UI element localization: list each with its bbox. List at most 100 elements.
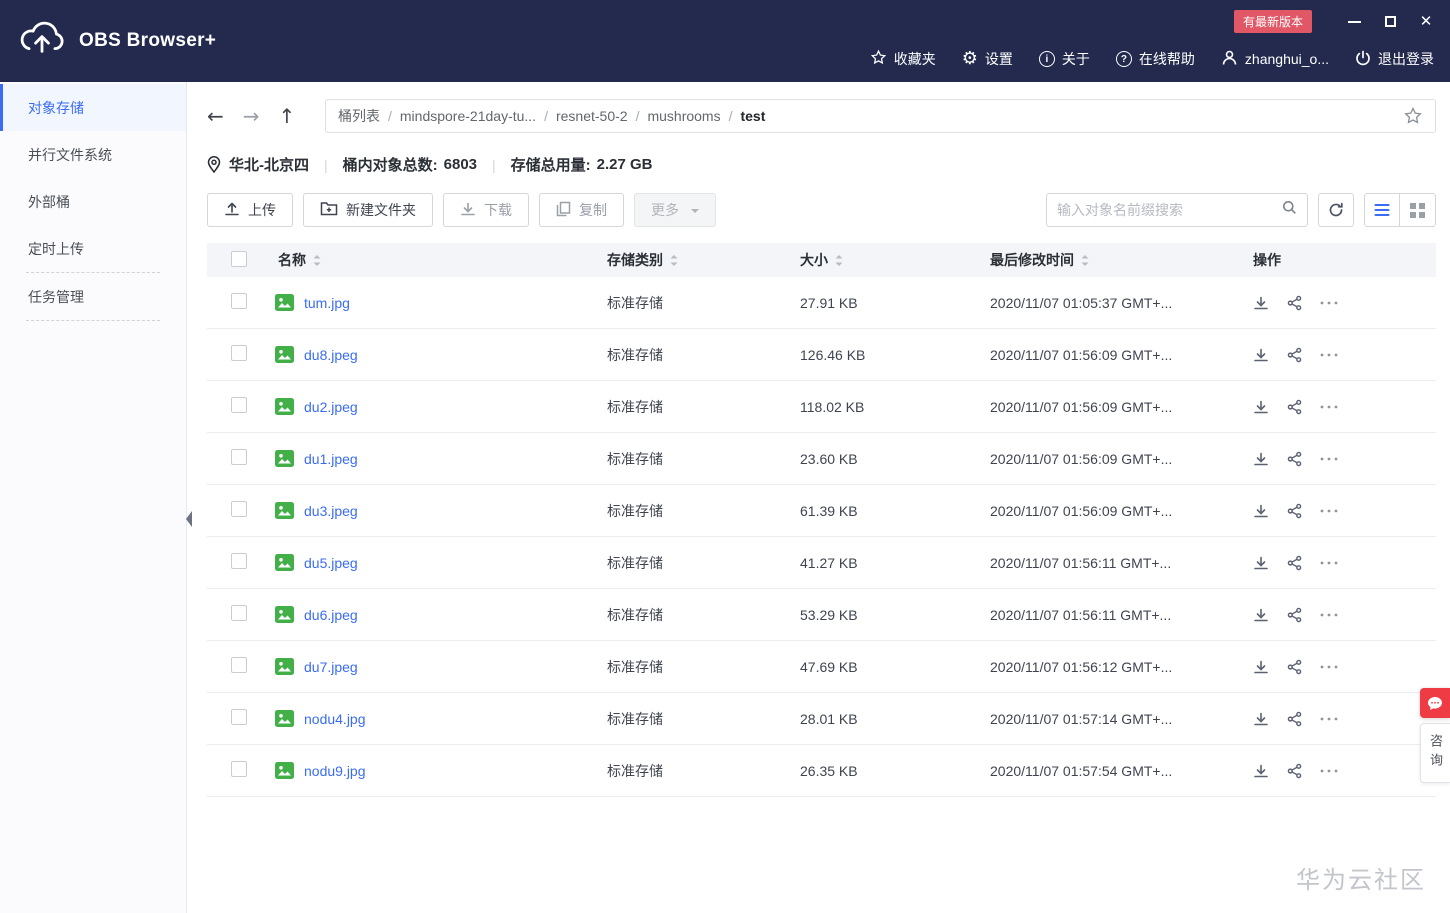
- size-cell: 118.02 KB: [800, 398, 865, 415]
- row-checkbox[interactable]: [231, 657, 247, 673]
- online-help-menu-item[interactable]: ? 在线帮助: [1115, 49, 1195, 69]
- back-arrow-icon[interactable]: ←: [207, 104, 224, 128]
- location-pin-icon: [207, 156, 221, 173]
- sidebar-item-scheduled-upload[interactable]: 定时上传: [0, 225, 186, 272]
- size-cell: 28.01 KB: [800, 710, 858, 727]
- share-icon[interactable]: [1287, 347, 1302, 363]
- settings-menu-item[interactable]: ⚙ 设置: [962, 49, 1013, 69]
- more-button[interactable]: 更多: [634, 193, 716, 227]
- sort-icon[interactable]: [1080, 254, 1090, 267]
- download-icon[interactable]: [1253, 451, 1269, 467]
- about-menu-item[interactable]: i 关于: [1038, 49, 1090, 69]
- object-name-link[interactable]: nodu4.jpg: [304, 711, 366, 727]
- more-actions-icon[interactable]: [1320, 665, 1338, 669]
- row-checkbox[interactable]: [231, 761, 247, 777]
- sidebar-item-label: 对象存储: [28, 99, 84, 116]
- more-actions-icon[interactable]: [1320, 613, 1338, 617]
- minimize-button[interactable]: [1346, 14, 1362, 30]
- row-checkbox[interactable]: [231, 709, 247, 725]
- refresh-button[interactable]: [1318, 193, 1354, 227]
- share-icon[interactable]: [1287, 659, 1302, 675]
- download-icon[interactable]: [1253, 503, 1269, 519]
- share-icon[interactable]: [1287, 503, 1302, 519]
- share-icon[interactable]: [1287, 711, 1302, 727]
- up-arrow-icon[interactable]: ↑: [279, 104, 296, 128]
- download-icon[interactable]: [1253, 295, 1269, 311]
- row-checkbox[interactable]: [231, 605, 247, 621]
- more-actions-icon[interactable]: [1320, 769, 1338, 773]
- sort-icon[interactable]: [669, 254, 679, 267]
- sidebar-item-external-bucket[interactable]: 外部桶: [0, 178, 186, 225]
- copy-button[interactable]: 复制: [539, 193, 624, 227]
- object-name-link[interactable]: du3.jpeg: [304, 503, 358, 519]
- share-icon[interactable]: [1287, 555, 1302, 571]
- row-checkbox[interactable]: [231, 501, 247, 517]
- sidebar-item-object-storage[interactable]: 对象存储: [0, 84, 186, 131]
- object-name-link[interactable]: du6.jpeg: [304, 607, 358, 623]
- more-actions-icon[interactable]: [1320, 509, 1338, 513]
- consult-panel[interactable]: 咨询: [1420, 723, 1450, 783]
- grid-view-button[interactable]: [1400, 193, 1436, 227]
- share-icon[interactable]: [1287, 451, 1302, 467]
- download-button[interactable]: 下载: [443, 193, 529, 227]
- search-input[interactable]: [1057, 202, 1282, 218]
- share-icon[interactable]: [1287, 607, 1302, 623]
- maximize-button[interactable]: [1382, 14, 1398, 30]
- more-actions-icon[interactable]: [1320, 717, 1338, 721]
- download-icon[interactable]: [1253, 711, 1269, 727]
- favorites-menu-item[interactable]: 收藏夹: [870, 49, 936, 69]
- more-actions-icon[interactable]: [1320, 301, 1338, 305]
- row-checkbox[interactable]: [231, 553, 247, 569]
- breadcrumb-bucket[interactable]: mindspore-21day-tu...: [400, 108, 536, 124]
- download-icon[interactable]: [1253, 607, 1269, 623]
- breadcrumb-folder[interactable]: resnet-50-2: [556, 108, 628, 124]
- search-icon[interactable]: [1282, 200, 1297, 220]
- list-view-button[interactable]: [1364, 193, 1400, 227]
- object-name-link[interactable]: du7.jpeg: [304, 659, 358, 675]
- upload-button[interactable]: 上传: [207, 193, 293, 227]
- breadcrumb-folder[interactable]: mushrooms: [647, 108, 720, 124]
- logout-menu-item[interactable]: 退出登录: [1355, 49, 1434, 69]
- object-name-link[interactable]: tum.jpg: [304, 295, 350, 311]
- row-checkbox[interactable]: [231, 345, 247, 361]
- select-all-checkbox[interactable]: [231, 250, 247, 267]
- chat-bubble-icon[interactable]: [1420, 688, 1450, 718]
- size-cell: 47.69 KB: [800, 658, 858, 675]
- download-icon[interactable]: [1253, 555, 1269, 571]
- header-size-label: 大小: [800, 252, 828, 268]
- row-checkbox[interactable]: [231, 397, 247, 413]
- share-icon[interactable]: [1287, 399, 1302, 415]
- download-icon[interactable]: [1253, 347, 1269, 363]
- share-icon[interactable]: [1287, 763, 1302, 779]
- object-name-link[interactable]: du2.jpeg: [304, 399, 358, 415]
- object-name-link[interactable]: du5.jpeg: [304, 555, 358, 571]
- close-button[interactable]: ✕: [1418, 14, 1434, 30]
- forward-arrow-icon[interactable]: →: [243, 104, 260, 128]
- object-name-cell: du7.jpeg: [263, 658, 599, 675]
- favorite-star-icon[interactable]: [1403, 106, 1423, 126]
- breadcrumb-bucket-list[interactable]: 桶列表: [338, 106, 380, 126]
- download-icon[interactable]: [1253, 659, 1269, 675]
- storage-class-cell: 标准存储: [607, 294, 663, 311]
- more-actions-icon[interactable]: [1320, 457, 1338, 461]
- new-folder-button[interactable]: 新建文件夹: [303, 193, 433, 227]
- navigation-row: ← → ↑ 桶列表 / mindspore-21day-tu... / resn…: [207, 82, 1436, 134]
- sidebar-item-task-management[interactable]: 任务管理: [0, 273, 186, 320]
- account-menu-item[interactable]: zhanghui_o...: [1221, 49, 1329, 69]
- more-actions-icon[interactable]: [1320, 561, 1338, 565]
- object-name-link[interactable]: nodu9.jpg: [304, 763, 366, 779]
- more-actions-icon[interactable]: [1320, 353, 1338, 357]
- sort-icon[interactable]: [312, 254, 322, 267]
- row-checkbox[interactable]: [231, 449, 247, 465]
- share-icon[interactable]: [1287, 295, 1302, 311]
- sort-icon[interactable]: [834, 254, 844, 267]
- sidebar-collapse-handle[interactable]: [182, 507, 194, 531]
- download-icon[interactable]: [1253, 399, 1269, 415]
- more-actions-icon[interactable]: [1320, 405, 1338, 409]
- sidebar-item-parallel-fs[interactable]: 并行文件系统: [0, 131, 186, 178]
- object-name-link[interactable]: du8.jpeg: [304, 347, 358, 363]
- update-badge[interactable]: 有最新版本: [1233, 10, 1312, 33]
- object-name-link[interactable]: du1.jpeg: [304, 451, 358, 467]
- row-checkbox[interactable]: [231, 293, 247, 309]
- download-icon[interactable]: [1253, 763, 1269, 779]
